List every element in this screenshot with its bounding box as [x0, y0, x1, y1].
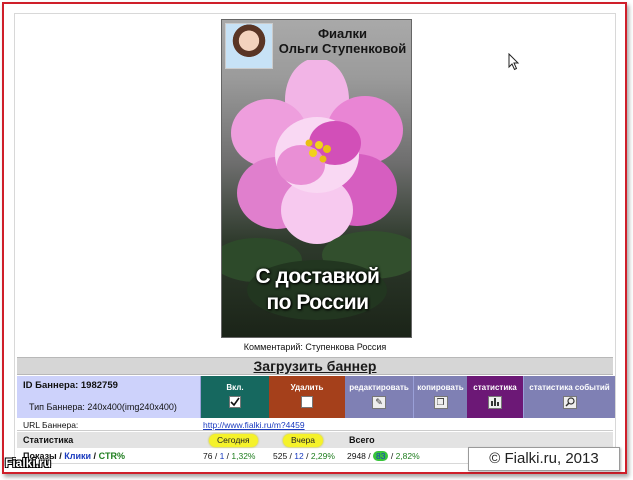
checkmark-icon [230, 397, 240, 407]
total-shows: 2948 [347, 451, 366, 461]
yesterday-shows: 525 [273, 451, 288, 461]
banner-title-line2: Ольги Ступенковой [278, 41, 407, 56]
today-ctr: 1,32% [231, 451, 256, 461]
total-ctr: 2,82% [395, 451, 420, 461]
edit-button[interactable]: редактировать ✎ [345, 376, 413, 418]
upload-bar: Загрузить баннер [17, 357, 613, 375]
yesterday-ctr: 2,29% [310, 451, 335, 461]
url-label: URL Баннера: [23, 420, 79, 430]
total-clicks-highlight: 83 [373, 451, 389, 461]
magnifier-svg [564, 397, 575, 407]
banner-slogan-line1: С доставкой [255, 265, 380, 288]
copy-label: копировать [417, 383, 464, 392]
delete-toggle[interactable]: Удалить [269, 376, 345, 418]
watermark-copyright: © Fialki.ru, 2013 [468, 447, 620, 471]
yesterday-button[interactable]: Вчера [283, 434, 323, 447]
event-statistics-label: статистика событий [529, 383, 610, 392]
total-values: 2948 / 83 / 2,82% [347, 451, 420, 461]
ctr-label: CTR% [98, 451, 126, 461]
banner-slogan: С доставкой по России [222, 264, 411, 316]
delete-checkbox[interactable] [301, 396, 313, 408]
yesterday-values: 525 / 12 / 2,29% [273, 451, 335, 461]
banner-id-cell: ID Баннера: 1982759 Тип Баннера: 240x400… [17, 376, 201, 418]
today-button[interactable]: Сегодня [209, 434, 258, 447]
enable-toggle[interactable]: Вкл. [201, 376, 269, 418]
clicks-label: Клики [64, 451, 92, 461]
banner-url-link[interactable]: http://www.fialki.ru/m?4459 [203, 420, 305, 430]
event-statistics-button[interactable]: статистика событий [523, 376, 615, 418]
pencil-icon: ✎ [372, 396, 386, 409]
banner-type: Тип Баннера: 240x400(img240x400) [29, 402, 177, 412]
total-label: Всего [349, 435, 375, 445]
statistics-button[interactable]: статистика [467, 376, 523, 418]
bar-chart-icon [488, 396, 502, 409]
copy-icon: ❐ [433, 396, 448, 409]
magnifier-icon [562, 396, 577, 409]
mouse-cursor-icon [508, 53, 520, 71]
today-clicks: 1 [219, 451, 225, 461]
edit-label: редактировать [349, 383, 409, 392]
statistics-header-row: Статистика Сегодня Вчера Всего [17, 432, 613, 448]
enable-label: Вкл. [226, 383, 244, 392]
statistics-label: статистика [473, 383, 517, 392]
content-area: Фиалки Ольги Ступенковой С доставкой по … [14, 13, 616, 464]
screenshot-frame: Фиалки Ольги Ступенковой С доставкой по … [2, 2, 627, 474]
bar-chart-svg [491, 398, 499, 406]
delete-label: Удалить [290, 383, 324, 392]
yesterday-clicks: 12 [294, 451, 304, 461]
today-shows: 76 [203, 451, 213, 461]
today-values: 76 / 1 / 1,32% [203, 451, 256, 461]
banner-info-row: ID Баннера: 1982759 Тип Баннера: 240x400… [17, 376, 615, 418]
copy-button[interactable]: копировать ❐ [413, 376, 467, 418]
banner-comment: Комментарий: Ступенкова Россия [243, 342, 387, 352]
banner-id: ID Баннера: 1982759 [23, 380, 118, 391]
url-row: URL Баннера: http://www.fialki.ru/m?4459 [17, 419, 613, 431]
watermark-left: Fialki.ru [5, 456, 52, 470]
banner-title-line1: Фиалки [317, 26, 368, 41]
enable-checkbox[interactable] [229, 396, 241, 408]
banner-image: Фиалки Ольги Ступенковой С доставкой по … [221, 19, 412, 338]
statistics-label: Статистика [23, 435, 74, 445]
banner-slogan-line2: по России [266, 291, 369, 314]
upload-banner-link[interactable]: Загрузить баннер [254, 358, 377, 374]
banner-title: Фиалки Ольги Ступенковой [274, 26, 411, 56]
